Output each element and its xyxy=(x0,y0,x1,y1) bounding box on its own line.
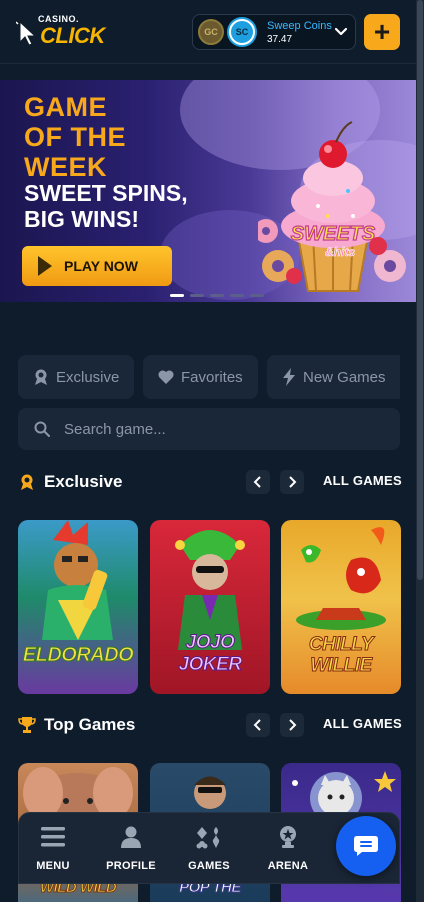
eldorado-artwork xyxy=(42,520,113,640)
game-title: ELDORADO xyxy=(22,644,134,667)
chat-icon xyxy=(354,836,378,856)
nav-label: GAMES xyxy=(188,860,230,872)
chevron-left-icon xyxy=(253,476,261,488)
banner-heading-line: OF THE xyxy=(24,122,126,152)
badge-icon xyxy=(21,474,33,490)
chevron-down-icon[interactable] xyxy=(333,23,349,39)
chevron-left-icon xyxy=(253,719,261,731)
carousel-dot[interactable] xyxy=(250,294,264,297)
nav-profile[interactable]: PROFILE xyxy=(99,825,163,872)
play-icon xyxy=(38,256,52,276)
top-games-section-header: Top Games ALL GAMES xyxy=(18,711,402,739)
all-games-link[interactable]: ALL GAMES xyxy=(323,716,402,731)
sweets-logo-subtext: &hits xyxy=(325,245,355,259)
filter-new-games[interactable]: New Games xyxy=(267,355,400,399)
play-now-button[interactable]: PLAY NOW xyxy=(22,246,172,286)
nav-label: MENU xyxy=(36,860,70,872)
chevron-right-icon xyxy=(289,476,297,488)
carousel-dot[interactable] xyxy=(230,294,244,297)
filter-label: Favorites xyxy=(181,368,243,386)
section-title: Exclusive xyxy=(44,472,123,491)
live-chat-button[interactable] xyxy=(336,816,396,876)
carousel-dots xyxy=(170,294,264,297)
scroll-right-button[interactable] xyxy=(280,713,304,737)
carousel-dot[interactable] xyxy=(170,294,184,297)
nav-menu[interactable]: MENU xyxy=(21,825,85,872)
filter-favorites[interactable]: Favorites xyxy=(143,355,258,399)
banner-heading-line: WEEK xyxy=(24,152,107,182)
filter-exclusive[interactable]: Exclusive xyxy=(18,355,134,399)
logo-click-text: CLICK xyxy=(40,23,105,48)
nav-arena[interactable]: ARENA xyxy=(256,825,320,872)
game-title: JOJO JOKER xyxy=(150,632,270,676)
search-icon xyxy=(34,421,50,437)
scroll-right-button[interactable] xyxy=(280,470,304,494)
trophy-icon xyxy=(280,826,296,848)
hero-banner[interactable]: GAME OF THE WEEK SWEET SPINS, BIG WINS! xyxy=(0,80,416,302)
nav-label: PROFILE xyxy=(106,860,156,872)
banner-heading-line: GAME xyxy=(24,92,107,122)
search-bar[interactable] xyxy=(18,408,400,450)
cards-icon xyxy=(196,827,220,849)
scroll-left-button[interactable] xyxy=(246,470,270,494)
all-games-link[interactable]: ALL GAMES xyxy=(323,473,402,488)
game-tile-eldorado[interactable]: ELDORADO xyxy=(18,520,138,694)
filter-label: Exclusive xyxy=(56,368,120,386)
heart-icon xyxy=(158,370,174,384)
app-root: CASINO. CLICK GC SC Sweep Coins 37.47 + … xyxy=(0,0,416,902)
casino-click-logo[interactable]: CASINO. CLICK xyxy=(16,14,116,48)
cursor-icon xyxy=(16,20,37,46)
carousel-dot[interactable] xyxy=(210,294,224,297)
game-title-line: CHILLY xyxy=(308,634,374,656)
exclusive-section-header: Exclusive ALL GAMES xyxy=(18,468,402,496)
lightning-icon xyxy=(283,368,295,386)
game-tile-chilly-willie[interactable]: CHILLY WILLIE xyxy=(281,520,401,694)
game-title-line: JOKER xyxy=(178,654,242,676)
wallet-selector[interactable]: GC SC Sweep Coins 37.47 xyxy=(192,14,356,50)
nav-label: ARENA xyxy=(267,860,309,872)
carousel-dot[interactable] xyxy=(190,294,204,297)
wallet-currency-label: Sweep Coins xyxy=(267,20,332,32)
scroll-left-button[interactable] xyxy=(246,713,270,737)
sweets-logo-text: SWEETS xyxy=(291,223,376,245)
page-scrollbar[interactable] xyxy=(416,0,424,902)
banner-subheading: SWEET SPINS, BIG WINS! xyxy=(24,180,188,232)
sweep-coin-icon[interactable]: SC xyxy=(229,19,255,45)
game-title-line: WILLIE xyxy=(310,655,373,677)
profile-icon xyxy=(121,826,141,848)
menu-icon xyxy=(41,827,65,847)
section-title: Top Games xyxy=(44,715,136,734)
banner-subheading-line: BIG WINS! xyxy=(24,206,139,232)
filter-label: New Games xyxy=(303,368,386,386)
search-input[interactable] xyxy=(64,408,384,450)
chevron-right-icon xyxy=(289,719,297,731)
trophy-icon xyxy=(18,717,36,733)
wallet-balance: 37.47 xyxy=(267,34,293,45)
banner-subheading-line: SWEET SPINS, xyxy=(24,180,188,206)
top-header: CASINO. CLICK GC SC Sweep Coins 37.47 + xyxy=(0,0,416,64)
badge-icon xyxy=(35,369,47,385)
sweets-cupcake-artwork: SWEETS &hits xyxy=(258,121,406,292)
nav-games[interactable]: GAMES xyxy=(177,825,241,872)
game-title-line: JOJO xyxy=(185,632,235,654)
play-now-label: PLAY NOW xyxy=(64,258,138,274)
banner-heading: GAME OF THE WEEK xyxy=(24,92,126,182)
game-title: CHILLY WILLIE xyxy=(281,634,401,677)
scrollbar-thumb[interactable] xyxy=(417,0,423,580)
add-funds-button[interactable]: + xyxy=(364,14,400,50)
gold-coin-icon[interactable]: GC xyxy=(198,19,224,45)
game-tile-jojo-joker[interactable]: JOJO JOKER xyxy=(150,520,270,694)
